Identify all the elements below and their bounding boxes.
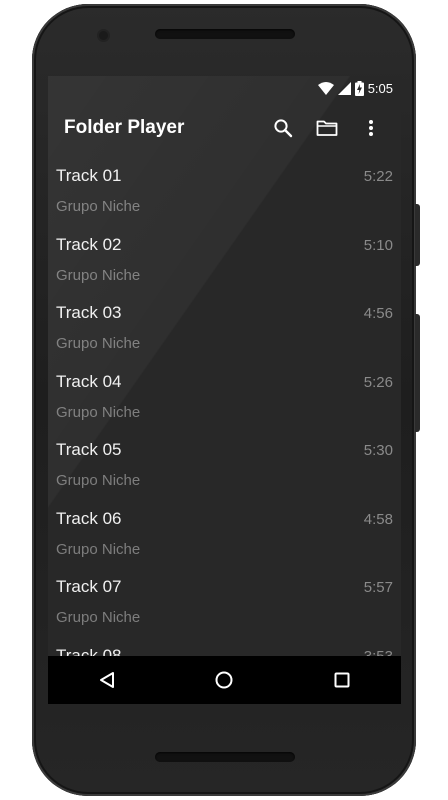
track-title: Track 01 (56, 166, 122, 185)
track-title: Track 02 (56, 234, 122, 254)
track-duration: 5:22 (363, 168, 393, 185)
track-duration: 5:30 (363, 442, 393, 459)
navigation-bar (48, 656, 401, 704)
status-time: 5:05 (367, 80, 393, 96)
front-camera (99, 31, 108, 40)
list-item[interactable]: Track 02 5:10 Grupo Niche (48, 225, 401, 294)
power-button (415, 314, 420, 432)
top-speaker (155, 29, 295, 39)
search-icon[interactable] (261, 106, 305, 150)
track-duration: 4:58 (363, 510, 393, 528)
volume-button (415, 204, 420, 266)
list-item[interactable]: Track 01 5:22 Grupo Niche (48, 156, 401, 225)
track-artist: Grupo Niche (56, 472, 141, 489)
track-title: Track 04 (56, 371, 122, 391)
list-item[interactable]: Track 03 4:56 Grupo Niche (48, 293, 401, 362)
app-title: Folder Player (64, 117, 185, 138)
folder-icon[interactable] (305, 106, 349, 150)
bottom-speaker (155, 752, 295, 762)
wifi-icon (317, 81, 334, 95)
home-icon[interactable] (200, 656, 248, 704)
list-item[interactable]: Track 04 5:26 Grupo Niche (48, 362, 401, 431)
track-artist: Grupo Niche (56, 609, 141, 626)
track-title: Track 05 (56, 440, 122, 459)
track-duration: 4:56 (363, 305, 393, 322)
list-item[interactable]: Track 05 5:30 Grupo Niche (48, 430, 401, 499)
screen: 5:05 Folder Player Track 01 5:22 Grupo N… (48, 76, 401, 704)
track-artist: Grupo Niche (56, 266, 141, 284)
back-icon[interactable] (83, 656, 131, 704)
status-bar: 5:05 (48, 76, 401, 100)
list-item[interactable]: Track 07 5:57 Grupo Niche (48, 567, 401, 636)
recents-icon[interactable] (318, 656, 366, 704)
battery-charging-icon (354, 80, 364, 96)
track-duration: 5:26 (363, 373, 393, 391)
track-duration: 5:57 (363, 579, 393, 596)
track-artist: Grupo Niche (56, 540, 141, 558)
cell-signal-icon (337, 81, 351, 95)
track-artist: Grupo Niche (56, 403, 141, 421)
list-item[interactable]: Track 06 4:58 Grupo Niche (48, 499, 401, 568)
more-vert-icon[interactable] (349, 106, 393, 150)
track-artist: Grupo Niche (56, 335, 141, 352)
track-list: Track 01 5:22 Grupo Niche Track 02 5:10 … (48, 156, 401, 704)
track-duration: 5:10 (363, 236, 393, 254)
track-artist: Grupo Niche (56, 198, 141, 215)
track-title: Track 03 (56, 303, 122, 322)
app-bar: Folder Player (48, 100, 401, 156)
track-title: Track 07 (56, 577, 122, 596)
track-title: Track 06 (56, 508, 122, 528)
